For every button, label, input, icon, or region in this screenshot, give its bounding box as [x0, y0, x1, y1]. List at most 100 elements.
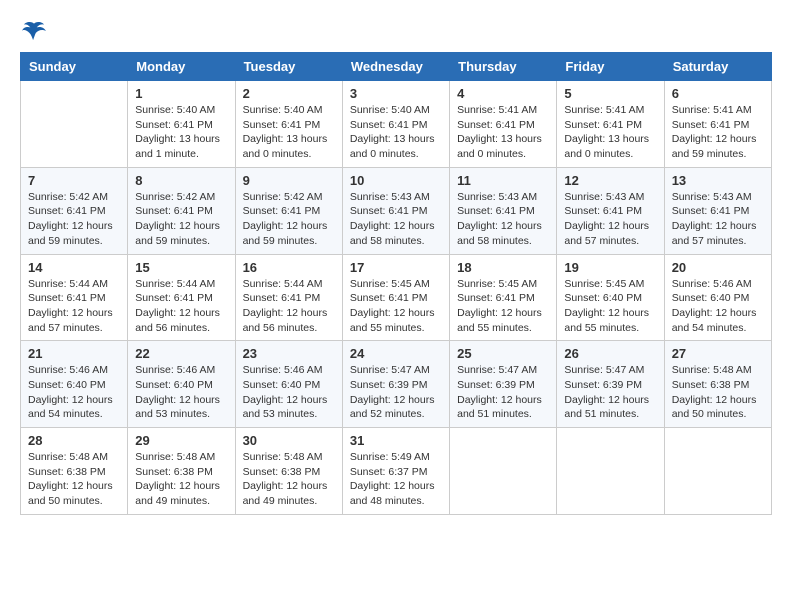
day-info: Sunrise: 5:44 AMSunset: 6:41 PMDaylight:… — [135, 277, 227, 336]
day-info: Sunrise: 5:48 AMSunset: 6:38 PMDaylight:… — [672, 363, 764, 422]
weekday-header-monday: Monday — [128, 53, 235, 81]
day-info: Sunrise: 5:46 AMSunset: 6:40 PMDaylight:… — [28, 363, 120, 422]
calendar-cell: 8 Sunrise: 5:42 AMSunset: 6:41 PMDaylight… — [128, 167, 235, 254]
day-info: Sunrise: 5:42 AMSunset: 6:41 PMDaylight:… — [243, 190, 335, 249]
day-number: 5 — [564, 86, 656, 101]
calendar-week-row: 1 Sunrise: 5:40 AMSunset: 6:41 PMDaylight… — [21, 81, 772, 168]
day-number: 1 — [135, 86, 227, 101]
day-number: 25 — [457, 346, 549, 361]
day-info: Sunrise: 5:48 AMSunset: 6:38 PMDaylight:… — [28, 450, 120, 509]
calendar-cell: 21 Sunrise: 5:46 AMSunset: 6:40 PMDayligh… — [21, 341, 128, 428]
calendar-cell: 14 Sunrise: 5:44 AMSunset: 6:41 PMDayligh… — [21, 254, 128, 341]
day-number: 9 — [243, 173, 335, 188]
day-info: Sunrise: 5:40 AMSunset: 6:41 PMDaylight:… — [135, 103, 227, 162]
day-info: Sunrise: 5:47 AMSunset: 6:39 PMDaylight:… — [350, 363, 442, 422]
calendar-week-row: 28 Sunrise: 5:48 AMSunset: 6:38 PMDayligh… — [21, 428, 772, 515]
calendar-cell: 25 Sunrise: 5:47 AMSunset: 6:39 PMDayligh… — [450, 341, 557, 428]
day-info: Sunrise: 5:48 AMSunset: 6:38 PMDaylight:… — [243, 450, 335, 509]
calendar-cell: 11Sunrise: 5:43 AMSunset: 6:41 PMDayligh… — [450, 167, 557, 254]
day-info: Sunrise: 5:47 AMSunset: 6:39 PMDaylight:… — [457, 363, 549, 422]
day-number: 30 — [243, 433, 335, 448]
calendar-cell: 3 Sunrise: 5:40 AMSunset: 6:41 PMDaylight… — [342, 81, 449, 168]
weekday-header-saturday: Saturday — [664, 53, 771, 81]
day-info: Sunrise: 5:46 AMSunset: 6:40 PMDaylight:… — [135, 363, 227, 422]
page-header — [20, 20, 772, 42]
calendar-cell: 10 Sunrise: 5:43 AMSunset: 6:41 PMDayligh… — [342, 167, 449, 254]
calendar-cell — [557, 428, 664, 515]
calendar-cell: 31 Sunrise: 5:49 AMSunset: 6:37 PMDayligh… — [342, 428, 449, 515]
day-number: 12 — [564, 173, 656, 188]
day-info: Sunrise: 5:43 AMSunset: 6:41 PMDaylight:… — [350, 190, 442, 249]
day-info: Sunrise: 5:41 AMSunset: 6:41 PMDaylight:… — [564, 103, 656, 162]
calendar-week-row: 7 Sunrise: 5:42 AMSunset: 6:41 PMDaylight… — [21, 167, 772, 254]
day-number: 11 — [457, 173, 549, 188]
day-info: Sunrise: 5:42 AMSunset: 6:41 PMDaylight:… — [28, 190, 120, 249]
weekday-header-friday: Friday — [557, 53, 664, 81]
day-info: Sunrise: 5:47 AMSunset: 6:39 PMDaylight:… — [564, 363, 656, 422]
logo — [20, 20, 52, 42]
weekday-header-thursday: Thursday — [450, 53, 557, 81]
day-info: Sunrise: 5:41 AMSunset: 6:41 PMDaylight:… — [457, 103, 549, 162]
day-info: Sunrise: 5:45 AMSunset: 6:41 PMDaylight:… — [350, 277, 442, 336]
day-number: 6 — [672, 86, 764, 101]
day-number: 21 — [28, 346, 120, 361]
day-number: 20 — [672, 260, 764, 275]
day-number: 2 — [243, 86, 335, 101]
day-number: 18 — [457, 260, 549, 275]
day-number: 17 — [350, 260, 442, 275]
day-info: Sunrise: 5:43 AMSunset: 6:41 PMDaylight:… — [672, 190, 764, 249]
calendar-cell — [21, 81, 128, 168]
day-number: 3 — [350, 86, 442, 101]
weekday-header-tuesday: Tuesday — [235, 53, 342, 81]
day-info: Sunrise: 5:46 AMSunset: 6:40 PMDaylight:… — [672, 277, 764, 336]
calendar-cell: 9 Sunrise: 5:42 AMSunset: 6:41 PMDaylight… — [235, 167, 342, 254]
day-number: 28 — [28, 433, 120, 448]
day-number: 31 — [350, 433, 442, 448]
day-number: 15 — [135, 260, 227, 275]
day-number: 16 — [243, 260, 335, 275]
day-number: 10 — [350, 173, 442, 188]
calendar-cell: 1 Sunrise: 5:40 AMSunset: 6:41 PMDaylight… — [128, 81, 235, 168]
calendar-cell: 5 Sunrise: 5:41 AMSunset: 6:41 PMDaylight… — [557, 81, 664, 168]
weekday-header-row: SundayMondayTuesdayWednesdayThursdayFrid… — [21, 53, 772, 81]
calendar-cell: 23 Sunrise: 5:46 AMSunset: 6:40 PMDayligh… — [235, 341, 342, 428]
day-number: 13 — [672, 173, 764, 188]
day-info: Sunrise: 5:49 AMSunset: 6:37 PMDaylight:… — [350, 450, 442, 509]
day-number: 27 — [672, 346, 764, 361]
calendar-cell: 12 Sunrise: 5:43 AMSunset: 6:41 PMDayligh… — [557, 167, 664, 254]
day-info: Sunrise: 5:48 AMSunset: 6:38 PMDaylight:… — [135, 450, 227, 509]
calendar-cell: 28 Sunrise: 5:48 AMSunset: 6:38 PMDayligh… — [21, 428, 128, 515]
calendar-cell: 2Sunrise: 5:40 AMSunset: 6:41 PMDaylight… — [235, 81, 342, 168]
calendar-week-row: 14 Sunrise: 5:44 AMSunset: 6:41 PMDayligh… — [21, 254, 772, 341]
calendar-cell: 19Sunrise: 5:45 AMSunset: 6:40 PMDayligh… — [557, 254, 664, 341]
calendar-cell: 20 Sunrise: 5:46 AMSunset: 6:40 PMDayligh… — [664, 254, 771, 341]
day-number: 14 — [28, 260, 120, 275]
day-info: Sunrise: 5:42 AMSunset: 6:41 PMDaylight:… — [135, 190, 227, 249]
day-number: 29 — [135, 433, 227, 448]
day-info: Sunrise: 5:43 AMSunset: 6:41 PMDaylight:… — [564, 190, 656, 249]
calendar-cell — [664, 428, 771, 515]
day-info: Sunrise: 5:46 AMSunset: 6:40 PMDaylight:… — [243, 363, 335, 422]
day-info: Sunrise: 5:45 AMSunset: 6:40 PMDaylight:… — [564, 277, 656, 336]
day-number: 22 — [135, 346, 227, 361]
day-info: Sunrise: 5:40 AMSunset: 6:41 PMDaylight:… — [350, 103, 442, 162]
day-number: 24 — [350, 346, 442, 361]
calendar-cell: 17 Sunrise: 5:45 AMSunset: 6:41 PMDayligh… — [342, 254, 449, 341]
calendar-cell: 18 Sunrise: 5:45 AMSunset: 6:41 PMDayligh… — [450, 254, 557, 341]
day-info: Sunrise: 5:44 AMSunset: 6:41 PMDaylight:… — [28, 277, 120, 336]
weekday-header-wednesday: Wednesday — [342, 53, 449, 81]
calendar-cell: 15 Sunrise: 5:44 AMSunset: 6:41 PMDayligh… — [128, 254, 235, 341]
day-number: 8 — [135, 173, 227, 188]
logo-bird-icon — [20, 20, 48, 42]
calendar-cell: 26 Sunrise: 5:47 AMSunset: 6:39 PMDayligh… — [557, 341, 664, 428]
weekday-header-sunday: Sunday — [21, 53, 128, 81]
calendar-cell: 16Sunrise: 5:44 AMSunset: 6:41 PMDayligh… — [235, 254, 342, 341]
day-number: 23 — [243, 346, 335, 361]
calendar-cell: 4 Sunrise: 5:41 AMSunset: 6:41 PMDaylight… — [450, 81, 557, 168]
calendar-cell: 7 Sunrise: 5:42 AMSunset: 6:41 PMDaylight… — [21, 167, 128, 254]
day-number: 4 — [457, 86, 549, 101]
day-number: 26 — [564, 346, 656, 361]
day-info: Sunrise: 5:41 AMSunset: 6:41 PMDaylight:… — [672, 103, 764, 162]
day-number: 7 — [28, 173, 120, 188]
day-info: Sunrise: 5:45 AMSunset: 6:41 PMDaylight:… — [457, 277, 549, 336]
